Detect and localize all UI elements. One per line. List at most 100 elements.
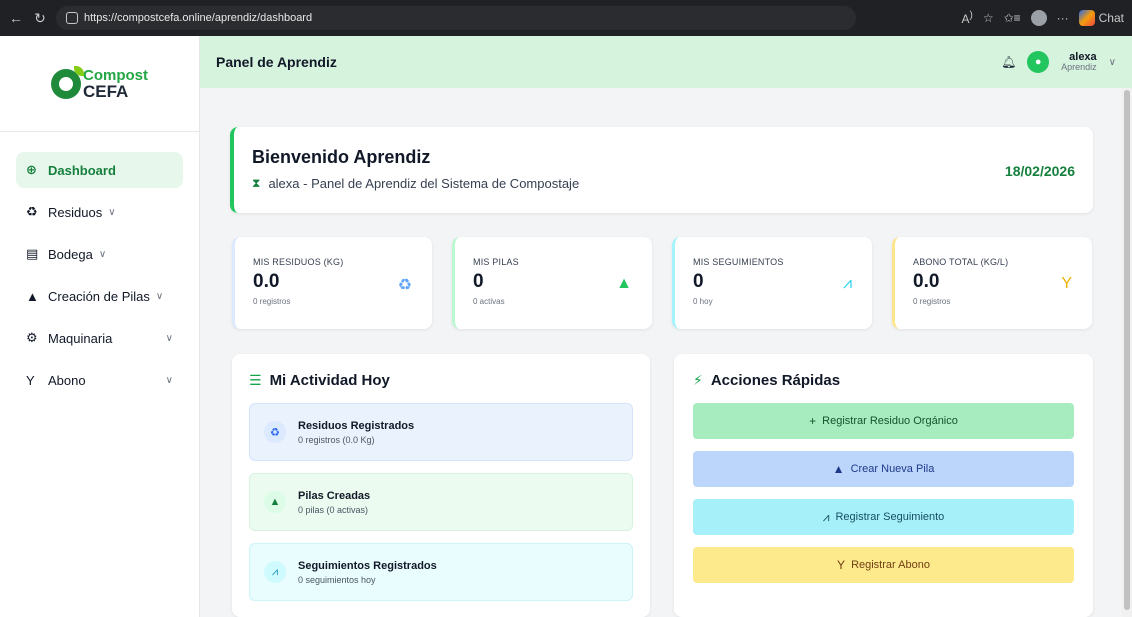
scrollbar[interactable]: [1122, 88, 1132, 617]
sidebar-item-residuos[interactable]: ♻ Residuos ∨: [16, 194, 183, 230]
sidebar-item-abono[interactable]: Y Abono ∨: [16, 362, 183, 398]
chart-line-icon: ⩘: [264, 561, 286, 583]
browser-profile-icon[interactable]: [1030, 10, 1047, 26]
chevron-down-icon: ∨: [108, 206, 116, 218]
copilot-label: Chat: [1098, 11, 1124, 25]
quick-actions-panel: ⚡︎ Acciones Rápidas + Registrar Residuo …: [674, 354, 1093, 617]
avatar[interactable]: ●: [1027, 51, 1050, 73]
graduate-icon: ⧗: [252, 176, 261, 190]
sidebar-item-label: Maquinaria: [48, 330, 113, 346]
stat-value: 0.0: [253, 271, 280, 292]
activity-item-sub: 0 registros (0.0 Kg): [298, 434, 375, 445]
welcome-card: Bienvenido Aprendiz ⧗ alexa - Panel de A…: [230, 127, 1093, 213]
sidebar-item-bodega[interactable]: ▤ Bodega ∨: [16, 236, 183, 272]
create-pile-button[interactable]: ▲ Crear Nueva Pila: [693, 451, 1074, 487]
read-aloud-icon[interactable]: A): [961, 10, 972, 26]
bolt-icon: ⚡︎: [693, 372, 703, 388]
chevron-down-icon: ∨: [155, 290, 164, 302]
sidebar-item-label: Dashboard: [48, 162, 116, 178]
activity-item-residuos: ♻ Residuos Registrados 0 registros (0.0 …: [249, 403, 633, 461]
seedling-icon: Y: [1061, 275, 1072, 292]
activity-item-title: Residuos Registrados: [298, 419, 415, 432]
url-text: https://compostcefa.online/aprendiz/dash…: [84, 12, 313, 24]
reload-icon[interactable]: ↻: [32, 10, 48, 27]
stat-label: ABONO TOTAL (KG/L): [913, 257, 1009, 267]
browser-toolbar: ← ↻ https://compostcefa.online/aprendiz/…: [0, 0, 1132, 36]
mountain-icon: ▲: [616, 275, 632, 292]
sidebar: Compost CEFA ⊕ Dashboard ♻ Residuos ∨ ▤ …: [0, 36, 200, 617]
topbar: Panel de Aprendiz 🔔︎ ● alexa Aprendiz ∨: [200, 36, 1132, 88]
activity-item-seguimientos: ⩘ Seguimientos Registrados 0 seguimiento…: [249, 543, 633, 601]
sidebar-nav: ⊕ Dashboard ♻ Residuos ∨ ▤ Bodega ∨ ▲ Cr…: [0, 132, 199, 398]
recycle-icon: ♻: [264, 421, 286, 443]
sidebar-item-label: Bodega: [48, 246, 93, 262]
sidebar-item-creacion-de-pilas[interactable]: ▲ Creación de Pilas ∨: [16, 278, 183, 314]
favorites-list-icon[interactable]: ✩≡: [1004, 11, 1021, 25]
welcome-subtitle: alexa - Panel de Aprendiz del Sistema de…: [268, 176, 580, 191]
plus-icon: +: [809, 414, 817, 428]
stat-value: 0: [473, 271, 484, 292]
chart-line-icon: ⩘: [822, 509, 830, 524]
page-title: Panel de Aprendiz: [216, 54, 337, 70]
current-date: 18/02/2026: [1004, 163, 1075, 179]
activity-item-sub: 0 seguimientos hoy: [298, 574, 376, 585]
stat-label: MIS RESIDUOS (KG): [253, 257, 344, 267]
sidebar-item-label: Abono: [48, 372, 86, 388]
activity-panel: ☰ Mi Actividad Hoy ♻ Residuos Registrado…: [232, 354, 650, 617]
register-residue-button[interactable]: + Registrar Residuo Orgánico: [693, 403, 1074, 439]
quick-actions-title: Acciones Rápidas: [710, 372, 841, 389]
bell-icon[interactable]: 🔔︎: [1001, 55, 1016, 69]
stat-value: 0: [693, 271, 704, 292]
mountain-icon: ▲: [26, 288, 39, 304]
recycle-icon: ♻: [397, 277, 412, 294]
browser-actions: A) ☆ ✩≡ ··· Chat: [961, 10, 1124, 26]
chevron-down-icon: ∨: [165, 332, 173, 344]
sidebar-item-label: Creación de Pilas: [48, 288, 150, 304]
address-bar[interactable]: https://compostcefa.online/aprendiz/dash…: [56, 6, 856, 30]
mountain-icon: ▲: [264, 491, 286, 513]
logo-area: Compost CEFA: [0, 36, 199, 132]
stat-value: 0.0: [913, 271, 940, 292]
activity-item-title: Seguimientos Registrados: [298, 559, 437, 572]
activity-item-title: Pilas Creadas: [298, 489, 371, 502]
stat-label: MIS SEGUIMIENTOS: [693, 257, 784, 267]
logo-line1: Compost: [83, 66, 148, 84]
seedling-icon: Y: [26, 372, 35, 388]
scrollbar-thumb[interactable]: [1124, 90, 1130, 610]
stat-card-pilas: MIS PILAS 0 0 activas ▲: [452, 237, 652, 329]
compost-cefa-logo[interactable]: Compost CEFA: [51, 65, 148, 101]
chart-line-icon: ⩘: [842, 275, 852, 292]
activity-item-sub: 0 pilas (0 activas): [298, 504, 369, 515]
chevron-down-icon[interactable]: ∨: [1109, 57, 1116, 68]
stat-sub: 0 hoy: [693, 297, 713, 306]
user-menu[interactable]: alexa Aprendiz: [1061, 51, 1097, 73]
stat-sub: 0 activas: [473, 297, 505, 306]
sidebar-item-label: Residuos: [48, 204, 103, 220]
logo-mark-icon: [51, 65, 84, 99]
register-tracking-button[interactable]: ⩘ Registrar Seguimiento: [693, 499, 1074, 535]
stat-label: MIS PILAS: [473, 257, 519, 267]
sidebar-item-maquinaria[interactable]: ⚙ Maquinaria ∨: [16, 320, 183, 356]
favorite-star-icon[interactable]: ☆: [983, 11, 994, 25]
mountain-icon: ▲: [832, 462, 845, 476]
cogs-icon: ⚙: [26, 330, 38, 345]
stat-sub: 0 registros: [253, 297, 291, 306]
stat-card-seguimientos: MIS SEGUIMIENTOS 0 0 hoy ⩘: [672, 237, 872, 329]
sidebar-item-dashboard[interactable]: ⊕ Dashboard: [16, 152, 183, 188]
register-fertilizer-button[interactable]: Y Registrar Abono: [693, 547, 1074, 583]
recycle-icon: ♻: [26, 204, 38, 219]
copilot-button[interactable]: Chat: [1078, 10, 1124, 26]
stat-card-residuos: MIS RESIDUOS (KG) 0.0 0 registros ♻: [232, 237, 432, 329]
seedling-icon: Y: [837, 558, 846, 572]
back-arrow-icon[interactable]: ←: [8, 10, 24, 26]
stat-sub: 0 registros: [913, 297, 951, 306]
more-menu-icon[interactable]: ···: [1057, 11, 1069, 25]
user-role: Aprendiz: [1061, 62, 1097, 73]
list-icon: ☰: [249, 372, 262, 388]
stat-card-abono: ABONO TOTAL (KG/L) 0.0 0 registros Y: [892, 237, 1092, 329]
copilot-icon: [1078, 10, 1095, 26]
chevron-down-icon: ∨: [165, 374, 173, 386]
chevron-down-icon: ∨: [98, 248, 107, 260]
activity-title: Mi Actividad Hoy: [269, 372, 390, 389]
logo-line2: CEFA: [83, 81, 129, 101]
